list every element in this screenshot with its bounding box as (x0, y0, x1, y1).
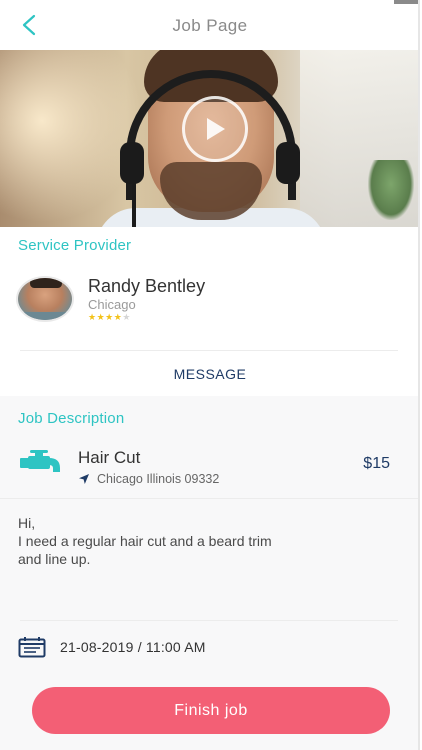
job-page-screen: Job Page Service Provider Randy Bentley … (0, 0, 420, 750)
calendar-icon (18, 637, 46, 658)
finish-job-button[interactable]: Finish job (32, 687, 390, 734)
video-background-light (0, 50, 140, 227)
intro-video[interactable] (0, 50, 418, 227)
service-provider-heading: Service Provider (18, 237, 132, 254)
divider (20, 350, 398, 351)
message-button[interactable]: MESSAGE (0, 352, 418, 396)
job-location: Chicago Illinois 09332 (78, 472, 219, 486)
job-message: Hi, I need a regular hair cut and a bear… (18, 515, 272, 567)
job-price: $15 (363, 455, 390, 472)
divider (20, 620, 398, 621)
faucet-icon (20, 450, 60, 472)
job-datetime: 21-08-2019 / 11:00 AM (60, 639, 206, 655)
header-corner-mark (394, 0, 418, 4)
star-icon: ★ (96, 312, 106, 322)
star-icon: ★ (105, 312, 114, 322)
headset-ear-right (276, 142, 300, 184)
divider (0, 498, 418, 499)
job-title: Hair Cut (78, 448, 141, 467)
job-location-text: Chicago Illinois 09332 (97, 472, 220, 486)
job-date-row: 21-08-2019 / 11:00 AM (18, 636, 206, 658)
header-bar: Job Page (0, 0, 418, 50)
headset-ear-left (120, 142, 144, 184)
provider-name: Randy Bentley (88, 276, 206, 296)
play-button[interactable] (182, 96, 248, 162)
navigation-arrow-icon (79, 474, 89, 484)
star-empty-icon: ★ (122, 312, 131, 322)
rating-stars: ★★★★★ (88, 312, 131, 323)
headset-cord (132, 180, 136, 227)
avatar-shirt (18, 312, 72, 320)
star-icon: ★ (88, 312, 97, 322)
avatar-hair (30, 278, 62, 288)
job-description-heading: Job Description (18, 410, 125, 427)
video-background-plant (368, 160, 414, 220)
avatar[interactable] (16, 276, 74, 322)
page-title: Job Page (172, 16, 248, 35)
play-icon (207, 118, 225, 140)
provider-city: Chicago (88, 297, 136, 312)
